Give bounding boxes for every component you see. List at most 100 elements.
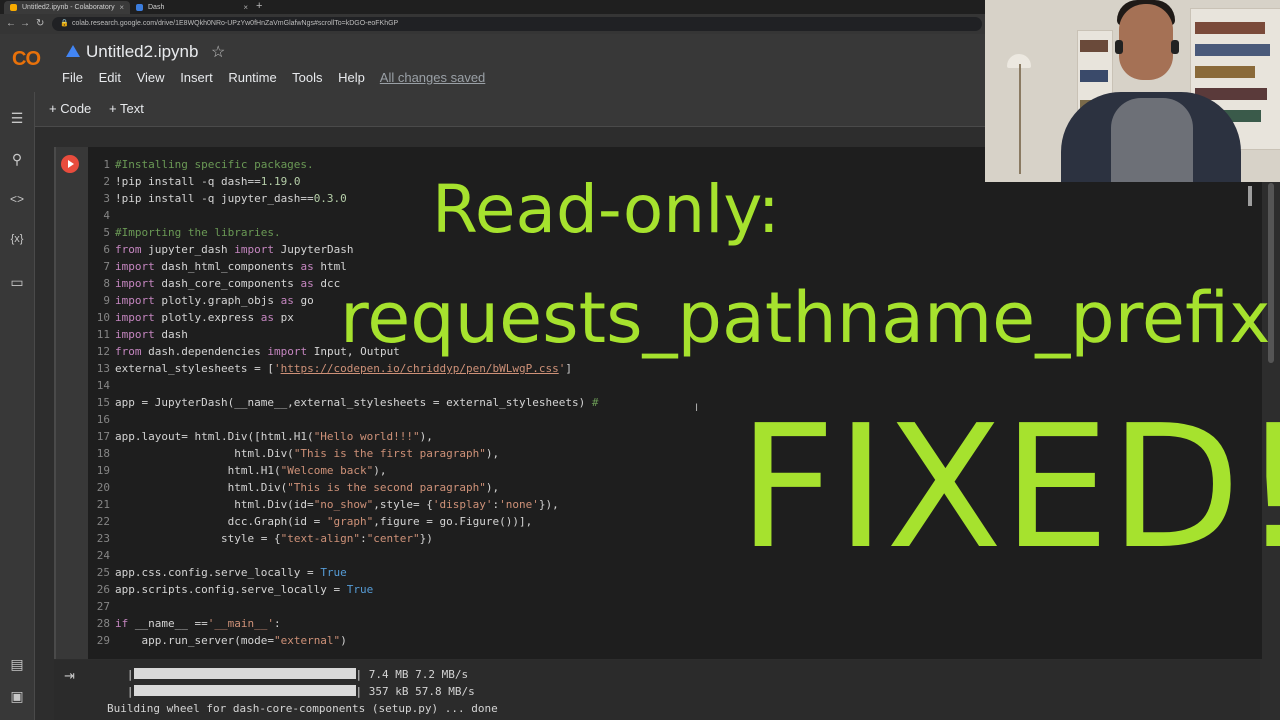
terminal-icon[interactable]: ▣: [8, 688, 26, 705]
code-line[interactable]: 27: [90, 598, 598, 615]
code-token: !pip install -q jupyter_dash==: [115, 192, 314, 205]
code-line[interactable]: 3 !pip install -q jupyter_dash==0.3.0: [90, 190, 598, 207]
code-line[interactable]: 4: [90, 207, 598, 224]
code-line[interactable]: 18 html.Div("This is the first paragraph…: [90, 445, 598, 462]
code-line[interactable]: 17 app.layout= html.Div([html.H1("Hello w…: [90, 428, 598, 445]
close-tab-icon[interactable]: ×: [119, 1, 124, 14]
books: [1080, 70, 1108, 82]
line-number: 13: [96, 362, 110, 375]
code-token: }),: [538, 498, 559, 511]
code-line[interactable]: 10 import plotly.express as px: [90, 309, 598, 326]
code-line[interactable]: 25 app.css.config.serve_locally = True: [90, 564, 598, 581]
headphone-icon: [1115, 40, 1123, 54]
code-line[interactable]: 8 import dash_core_components as dcc: [90, 275, 598, 292]
code-editor[interactable]: 1 #Installing specific packages. 2 !pip ins…: [90, 156, 599, 649]
left-sidebar: ☰ ⚲ <> {x} ▭ ▤ ▣: [0, 92, 35, 720]
line-number: 24: [96, 549, 110, 562]
line-number: 4: [103, 209, 110, 222]
menu-help[interactable]: Help: [338, 70, 365, 85]
add-text-cell-button[interactable]: + Text: [109, 101, 144, 116]
reload-icon[interactable]: ↻: [36, 17, 44, 31]
tab-dash-title: Dash: [148, 4, 165, 11]
code-line[interactable]: 9 import plotly.graph_objs as go: [90, 292, 598, 309]
line-number: 25: [96, 566, 110, 579]
close-tab-icon[interactable]: ×: [243, 1, 248, 14]
code-line[interactable]: 1 #Installing specific packages.: [90, 156, 598, 173]
code-line[interactable]: 21 html.Div(id="no_show",style= {'displa…: [90, 496, 598, 513]
code-line[interactable]: 15 app = JupyterDash(__name__,external_st…: [90, 394, 599, 411]
new-tab-button[interactable]: +: [256, 0, 262, 13]
code-line[interactable]: 23 style = {"text-align":"center"}): [90, 530, 598, 547]
code-line[interactable]: 26 app.scripts.config.serve_locally = Tru…: [90, 581, 598, 598]
menu-edit[interactable]: Edit: [99, 70, 121, 85]
clear-output-icon[interactable]: ⇥: [64, 668, 75, 684]
command-palette-icon[interactable]: ▤: [8, 656, 26, 673]
code-token: '__main__': [207, 617, 274, 630]
code-token: dcc.Graph(id =: [115, 515, 327, 528]
save-status[interactable]: All changes saved: [380, 70, 486, 85]
line-number: 20: [96, 481, 110, 494]
back-arrow-icon[interactable]: ←: [6, 17, 16, 31]
scrollbar-thumb[interactable]: [1268, 183, 1274, 363]
code-token: from: [115, 243, 142, 256]
books: [1195, 22, 1265, 34]
menu-file[interactable]: File: [62, 70, 83, 85]
star-icon[interactable]: ☆: [211, 42, 225, 62]
code-token: :: [273, 617, 281, 630]
code-snippets-icon[interactable]: <>: [8, 192, 26, 206]
code-token: ): [340, 634, 347, 647]
code-line[interactable]: 19 html.H1("Welcome back"),: [90, 462, 598, 479]
headphone-icon: [1171, 40, 1179, 54]
code-token: "text-align": [280, 532, 361, 545]
run-cell-button[interactable]: [61, 155, 79, 173]
code-token: "Welcome back": [280, 464, 374, 477]
code-line[interactable]: 7 import dash_html_components as html: [90, 258, 598, 275]
code-token: ),: [419, 430, 433, 443]
notebook-title[interactable]: Untitled2.ipynb: [86, 42, 198, 62]
code-token: plotly.express: [154, 311, 261, 324]
tab-dash[interactable]: Dash ×: [130, 1, 254, 14]
url-field[interactable]: 🔒 colab.research.google.com/drive/1E8WQk…: [52, 17, 982, 31]
code-line[interactable]: 14: [90, 377, 598, 394]
code-line[interactable]: 16: [90, 411, 598, 428]
line-number: 12: [96, 345, 110, 358]
drive-icon[interactable]: [66, 45, 80, 57]
forward-arrow-icon[interactable]: →: [20, 17, 30, 31]
line-number: 27: [96, 600, 110, 613]
code-line[interactable]: 29 app.run_server(mode="external"): [90, 632, 598, 649]
search-icon[interactable]: ⚲: [8, 151, 26, 168]
books: [1080, 40, 1108, 52]
tab-colab[interactable]: Untitled2.ipynb - Colaboratory ×: [4, 1, 130, 14]
colab-logo[interactable]: CO: [12, 48, 41, 71]
line-number: 16: [96, 413, 110, 426]
code-line[interactable]: 20 html.Div("This is the second paragrap…: [90, 479, 598, 496]
code-token: html: [313, 260, 347, 273]
menu-tools[interactable]: Tools: [292, 70, 322, 85]
output-line-text: Building wheel for dash-core-components …: [107, 702, 498, 715]
code-token: as: [260, 311, 274, 324]
code-line[interactable]: 6 from jupyter_dash import JupyterDash: [90, 241, 598, 258]
code-line[interactable]: 13 external_stylesheets = ['https://codep…: [90, 360, 598, 377]
code-token: app.css.config.serve_locally =: [115, 566, 321, 579]
vertical-scrollbar[interactable]: [1266, 183, 1280, 720]
code-token: ),: [485, 481, 500, 494]
code-token: dash_core_components: [154, 277, 301, 290]
code-token: as: [300, 277, 314, 290]
code-line[interactable]: 24: [90, 547, 598, 564]
code-line[interactable]: 28 if __name__ =='__main__':: [90, 615, 598, 632]
code-line[interactable]: 5 #Importing the libraries.: [90, 224, 598, 241]
code-line[interactable]: 11 import dash: [90, 326, 598, 343]
menu-runtime[interactable]: Runtime: [228, 70, 276, 85]
files-folder-icon[interactable]: ▭: [8, 274, 26, 291]
add-code-cell-button[interactable]: + Code: [49, 101, 91, 116]
code-line[interactable]: 22 dcc.Graph(id = "graph",figure = go.Fi…: [90, 513, 598, 530]
code-token: "no_show": [313, 498, 374, 511]
table-of-contents-icon[interactable]: ☰: [8, 110, 26, 127]
code-token: external_stylesheets = [: [115, 362, 274, 375]
code-line[interactable]: 12 from dash.dependencies import Input, O…: [90, 343, 598, 360]
menu-bar: File Edit View Insert Runtime Tools Help…: [62, 70, 497, 86]
variables-icon[interactable]: {x}: [8, 233, 26, 245]
menu-insert[interactable]: Insert: [180, 70, 213, 85]
menu-view[interactable]: View: [137, 70, 165, 85]
code-line[interactable]: 2 !pip install -q dash==1.19.0: [90, 173, 598, 190]
